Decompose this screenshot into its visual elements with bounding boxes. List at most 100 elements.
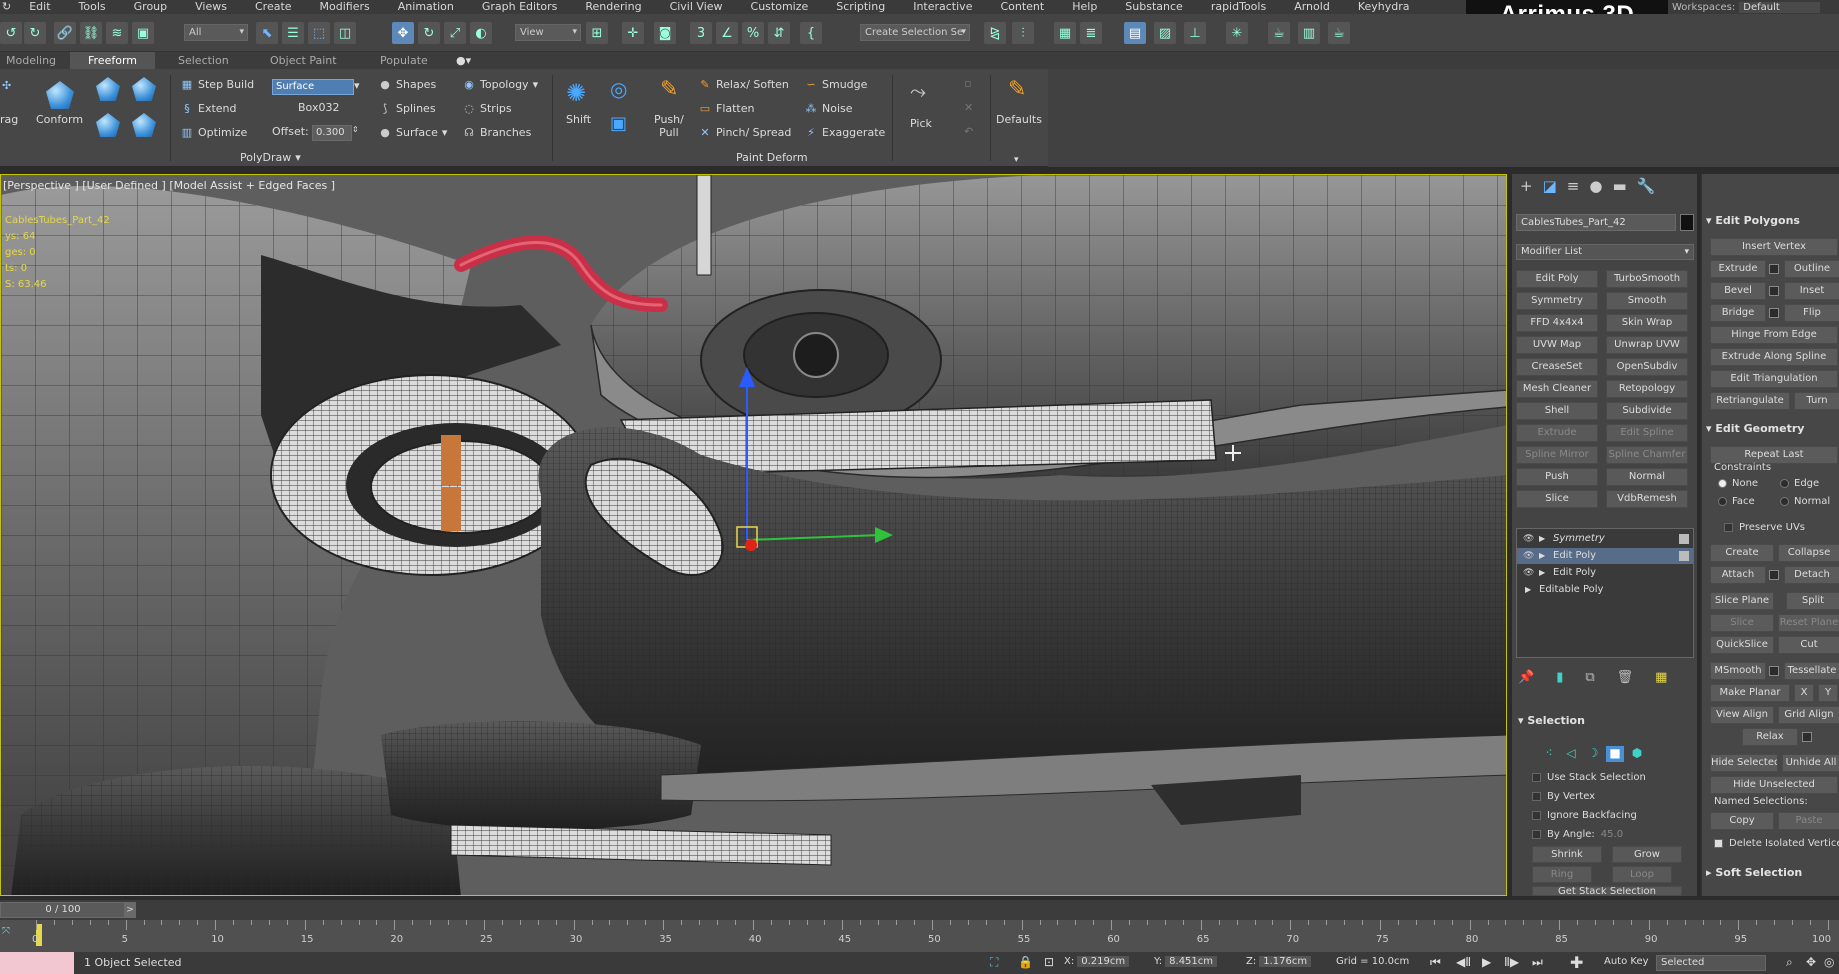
pick-option-2-icon[interactable]: ✕ bbox=[964, 101, 973, 114]
view-align-button[interactable]: View Align bbox=[1710, 706, 1774, 724]
expand-arrow-icon[interactable]: ▶ bbox=[1539, 548, 1545, 564]
mod-unwrap-uvw-button[interactable]: Unwrap UVW bbox=[1606, 336, 1688, 354]
rect-selection-icon[interactable]: ⬚ bbox=[308, 22, 330, 44]
tab-object-paint[interactable]: Object Paint bbox=[270, 52, 337, 69]
offset-input[interactable]: 0.300 bbox=[312, 125, 352, 141]
extrude-settings-icon[interactable] bbox=[1769, 264, 1779, 274]
rendered-frame-icon[interactable]: ▥ bbox=[1298, 22, 1320, 44]
noise-button[interactable]: ⁂ Noise bbox=[804, 101, 853, 115]
offset-spinner[interactable]: ⇕ bbox=[352, 125, 359, 134]
y-value[interactable]: 8.451cm bbox=[1165, 956, 1218, 967]
eye-icon[interactable]: 👁 bbox=[1523, 548, 1534, 564]
use-stack-selection-checkbox[interactable]: Use Stack Selection bbox=[1532, 772, 1646, 783]
key-filter-icon[interactable]: ⤧ bbox=[2, 926, 10, 937]
menu-tools[interactable]: Tools bbox=[65, 0, 120, 14]
tab-modeling[interactable]: Modeling bbox=[6, 52, 56, 69]
spinner-snap-icon[interactable]: ⇵ bbox=[768, 22, 790, 44]
mod-edit-poly-button[interactable]: Edit Poly bbox=[1516, 270, 1598, 288]
bevel-button[interactable]: Bevel bbox=[1710, 282, 1766, 300]
scene-explorer-icon[interactable]: ▦ bbox=[1054, 22, 1076, 44]
tab-freeform[interactable]: Freeform bbox=[70, 52, 155, 69]
by-vertex-checkbox[interactable]: By Vertex bbox=[1532, 791, 1595, 802]
hinge-from-edge-button[interactable]: Hinge From Edge bbox=[1710, 326, 1838, 344]
menu-create[interactable]: Create bbox=[241, 0, 306, 14]
edit-geometry-header[interactable]: ▾ Edit Geometry bbox=[1706, 422, 1804, 435]
mirror-icon[interactable]: ⧎ bbox=[984, 22, 1006, 44]
menu-civil-view[interactable]: Civil View bbox=[656, 0, 737, 14]
make-planar-button[interactable]: Make Planar bbox=[1710, 684, 1790, 702]
constraint-none-radio[interactable]: None bbox=[1718, 478, 1758, 489]
expand-arrow-icon[interactable]: ▶ bbox=[1539, 531, 1545, 547]
slice-plane-button[interactable]: Slice Plane bbox=[1710, 592, 1774, 610]
display-tab-icon[interactable]: ▬ bbox=[1612, 177, 1626, 195]
pick-icon[interactable]: ⤳ bbox=[910, 79, 926, 103]
workspaces-selector[interactable]: Workspaces: Default bbox=[1672, 0, 1820, 14]
attach-settings-icon[interactable] bbox=[1769, 570, 1779, 580]
tessellate-button[interactable]: Tessellate bbox=[1784, 662, 1839, 680]
cut-button[interactable]: Cut bbox=[1778, 636, 1839, 654]
y-coordinate[interactable]: Y: 8.451cm bbox=[1154, 956, 1218, 967]
next-frame-arrow[interactable]: > bbox=[124, 902, 136, 918]
bind-space-warp-icon[interactable]: ≋ bbox=[106, 22, 128, 44]
percent-snap-icon[interactable]: % bbox=[742, 22, 764, 44]
key-filter-dropdown[interactable]: Selected bbox=[1656, 955, 1766, 971]
extend-button[interactable]: § Extend bbox=[180, 101, 236, 115]
align-icon[interactable]: ⫶ bbox=[1012, 22, 1034, 44]
mod-creaseset-button[interactable]: CreaseSet bbox=[1516, 358, 1598, 376]
mod-turbosmooth-button[interactable]: TurboSmooth bbox=[1606, 270, 1688, 288]
mod-normal-button[interactable]: Normal bbox=[1606, 468, 1688, 486]
object-color-swatch[interactable] bbox=[1680, 214, 1694, 231]
expand-arrow-icon[interactable]: ▶ bbox=[1539, 565, 1545, 581]
pan-icon[interactable]: ✥ bbox=[1806, 955, 1816, 969]
menu-edit[interactable]: Edit bbox=[15, 0, 64, 14]
workspaces-value[interactable]: Default bbox=[1739, 1, 1820, 13]
retriangulate-button[interactable]: Retriangulate bbox=[1710, 392, 1790, 410]
push-pull-label[interactable]: Push/ Pull bbox=[654, 113, 684, 139]
move-icon[interactable]: ✥ bbox=[392, 22, 414, 44]
angle-snap-icon[interactable]: ∠ bbox=[716, 22, 738, 44]
conform-move-icon[interactable] bbox=[132, 77, 156, 101]
extrude-button[interactable]: Extrude bbox=[1710, 260, 1766, 278]
go-to-start-icon[interactable]: ⏮ bbox=[1430, 955, 1441, 970]
relax-soften-button[interactable]: ✎ Relax/ Soften bbox=[698, 77, 788, 91]
inset-button[interactable]: Inset bbox=[1784, 282, 1839, 300]
insert-vertex-button[interactable]: Insert Vertex bbox=[1710, 238, 1838, 256]
rotate-icon[interactable]: ↻ bbox=[418, 22, 440, 44]
pick-option-3-icon[interactable]: ↶ bbox=[964, 125, 973, 138]
mod-retopology-button[interactable]: Retopology bbox=[1606, 380, 1688, 398]
shift-rotate-icon[interactable]: ▣ bbox=[610, 113, 627, 134]
select-object-icon[interactable]: ⬉ bbox=[256, 22, 278, 44]
set-key-icon[interactable]: ✚ bbox=[1570, 953, 1583, 972]
frame-counter[interactable]: 0 / 100 bbox=[0, 902, 126, 918]
shift-options-icon[interactable]: ◎ bbox=[610, 77, 627, 101]
z-value[interactable]: 1.176cm bbox=[1259, 956, 1312, 967]
selection-filter-dropdown[interactable]: All bbox=[184, 24, 248, 41]
redo-icon[interactable]: ↻ bbox=[24, 22, 46, 44]
grow-button[interactable]: Grow bbox=[1612, 846, 1682, 863]
ribbon-options-icon[interactable]: ●▾ bbox=[456, 52, 471, 69]
vertex-mode-icon[interactable]: ⁖ bbox=[1540, 746, 1558, 762]
lock-selection-icon[interactable]: 🔒 bbox=[1018, 955, 1033, 969]
stack-toggle-box[interactable] bbox=[1679, 551, 1689, 561]
menu-views[interactable]: Views bbox=[181, 0, 241, 14]
hide-selected-button[interactable]: Hide Selected bbox=[1710, 754, 1778, 772]
tab-populate[interactable]: Populate bbox=[380, 52, 428, 69]
shrink-button[interactable]: Shrink bbox=[1532, 846, 1602, 863]
stack-toggle-box[interactable] bbox=[1679, 534, 1689, 544]
mod-shell-button[interactable]: Shell bbox=[1516, 402, 1598, 420]
conform-icon[interactable] bbox=[46, 81, 74, 109]
loop-button[interactable]: Loop bbox=[1612, 866, 1672, 883]
schematic-view-icon[interactable]: ⊥ bbox=[1184, 22, 1206, 44]
turn-button[interactable]: Turn bbox=[1794, 392, 1839, 410]
outline-button[interactable]: Outline bbox=[1784, 260, 1839, 278]
mod-spline-chamfer-button[interactable]: Spline Chamfer bbox=[1606, 446, 1688, 464]
hide-unselected-button[interactable]: Hide Unselected bbox=[1710, 776, 1838, 794]
redo-icon[interactable]: ↻ bbox=[0, 0, 15, 14]
make-unique-icon[interactable]: ⧉ bbox=[1585, 670, 1594, 685]
conform-brush-icon[interactable] bbox=[96, 77, 120, 101]
bridge-settings-icon[interactable] bbox=[1769, 308, 1779, 318]
mod-smooth-button[interactable]: Smooth bbox=[1606, 292, 1688, 310]
maxscript-listener[interactable] bbox=[0, 952, 74, 974]
absolute-mode-icon[interactable]: ⊡ bbox=[1044, 955, 1054, 969]
time-slider[interactable]: 0 / 100 > bbox=[0, 900, 1839, 920]
